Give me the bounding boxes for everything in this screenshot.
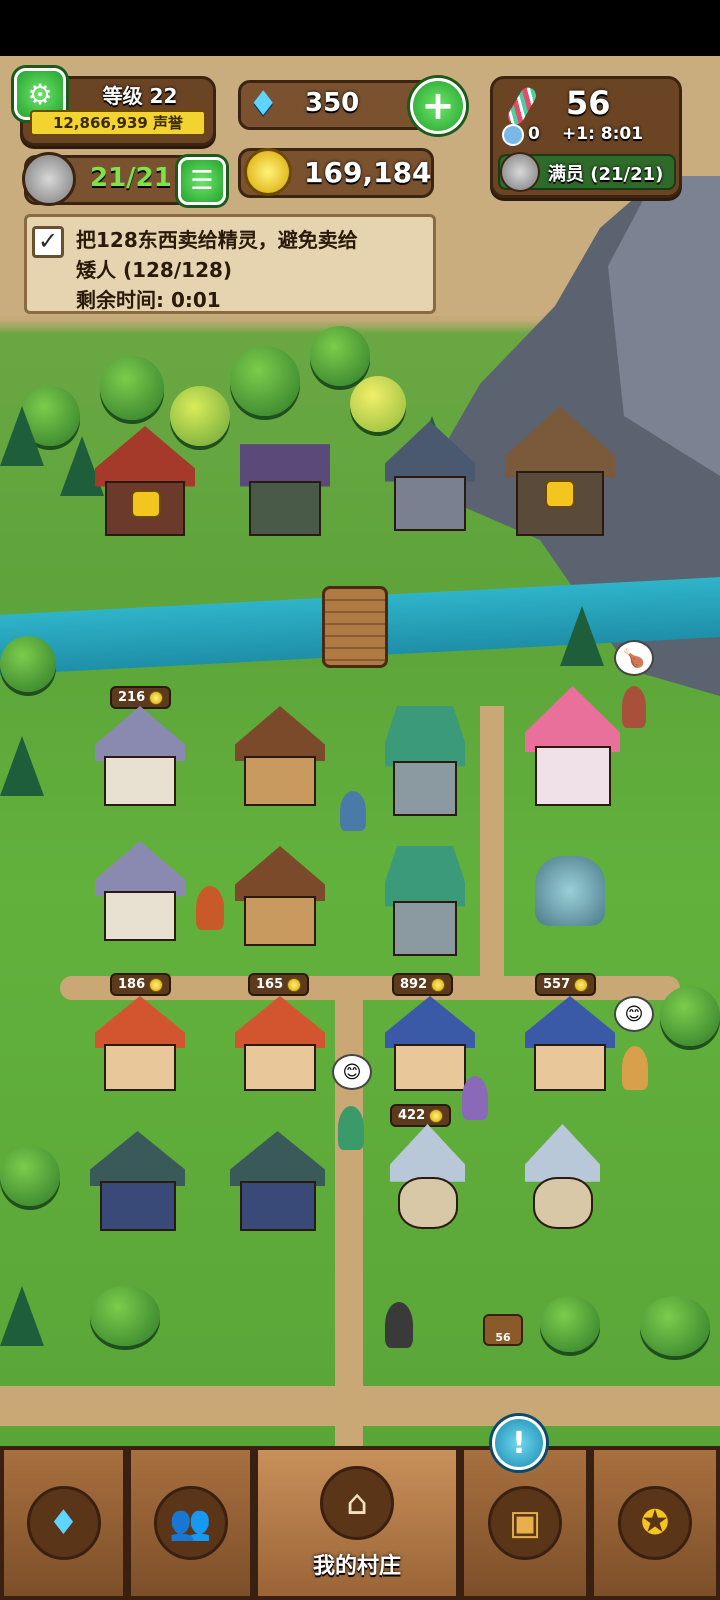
customer-character[interactable] (338, 1106, 364, 1150)
unicorn-icon (502, 124, 524, 146)
workshop-building[interactable] (235, 706, 325, 806)
wooden-bridge[interactable] (322, 586, 388, 668)
candy-timer: +1: 8:01 (562, 124, 644, 144)
helmet-icon (500, 152, 540, 192)
lock-icon (131, 490, 161, 518)
production-badge: 892 (392, 973, 454, 996)
gem-icon: ♦ (26, 1486, 101, 1560)
people-icon: 👥 (153, 1486, 228, 1560)
coin-icon (287, 977, 302, 992)
tree (540, 1296, 600, 1352)
tree (230, 346, 300, 416)
lock-icon (545, 480, 575, 508)
customer-character[interactable] (622, 686, 646, 728)
happy-thought-bubble[interactable]: 😊 (614, 996, 654, 1032)
checkbox-icon: ✓ (32, 226, 64, 258)
cart-chest[interactable]: 56 (483, 1314, 523, 1346)
quest-line1: 把128东西卖给精灵，避免卖给 (76, 228, 358, 252)
happy-thought-bubble[interactable]: 😊 (332, 1054, 372, 1090)
gold-value: 169,184 (304, 156, 432, 189)
coin-icon (149, 977, 164, 992)
customer-character[interactable] (196, 886, 224, 930)
cottage-red[interactable] (235, 996, 325, 1091)
level-label: 等级 22 (102, 84, 178, 108)
nav-gems[interactable]: ♦ (0, 1446, 127, 1600)
quest-line2: 矮人 (128/128) (76, 258, 233, 282)
cottage-blue[interactable] (525, 996, 615, 1091)
merchant-character[interactable] (385, 1302, 413, 1348)
tree (660, 986, 720, 1046)
food-thought-bubble[interactable]: 🍗 (614, 640, 654, 676)
customer-character[interactable] (622, 1046, 648, 1090)
pink-castle[interactable] (525, 686, 620, 806)
pine-tree (0, 1286, 44, 1346)
add-gems-button[interactable]: + (410, 78, 466, 134)
knight-helmet-icon (22, 152, 76, 206)
plus-icon: + (421, 83, 455, 129)
medal-icon: ✪ (618, 1486, 692, 1560)
tree (0, 1146, 60, 1206)
tower-locked-red[interactable] (95, 426, 195, 536)
pagoda-building[interactable] (385, 846, 465, 956)
forge-building[interactable] (90, 1131, 185, 1231)
nav-my-village[interactable]: ⌂ 我的村庄 (254, 1446, 460, 1600)
reputation-bar: 12,866,939 声誉 (30, 110, 206, 136)
heroes-count: 21/21 (90, 163, 172, 193)
production-badge: 165 (248, 973, 310, 996)
nav-achievements[interactable]: ✪ (590, 1446, 720, 1600)
customer-character[interactable] (340, 791, 366, 831)
workshop-building[interactable] (235, 846, 325, 946)
temple-building[interactable] (95, 706, 185, 806)
reputation-value: 12,866,939 声誉 (52, 114, 184, 132)
gold-coin-icon (244, 148, 292, 196)
chest-icon: ▣ (488, 1486, 562, 1560)
coin-icon (149, 690, 164, 705)
tower-elf[interactable] (385, 421, 475, 531)
coin-icon (574, 977, 589, 992)
wizard-tower[interactable] (390, 1124, 465, 1229)
alert-button[interactable]: ! (492, 1416, 546, 1470)
chest-count: 56 (495, 1331, 511, 1344)
tower-dark-castle[interactable] (240, 426, 330, 536)
hero-list-button[interactable]: ☰ (178, 157, 226, 205)
house-icon: ⌂ (320, 1466, 394, 1540)
party-status: 满员 (21/21) (548, 164, 664, 185)
horse-statue[interactable] (535, 856, 605, 926)
cottage-blue[interactable] (385, 996, 475, 1091)
pine-tree (0, 736, 44, 796)
coin-icon (431, 977, 446, 992)
gear-icon: ⚙ (27, 77, 53, 111)
cottage-red[interactable] (95, 996, 185, 1091)
pine-tree (0, 406, 44, 466)
list-icon: ☰ (190, 166, 214, 196)
production-badge: 557 (535, 973, 597, 996)
status-bar (0, 0, 720, 56)
pine-tree (560, 606, 604, 666)
gems-value: 350 (305, 88, 360, 118)
nav-active-label: 我的村庄 (312, 1554, 401, 1579)
coin-icon (429, 1108, 444, 1123)
temple-building[interactable] (95, 841, 185, 941)
customer-character[interactable] (462, 1076, 488, 1120)
tower-locked-spiked[interactable] (505, 406, 615, 536)
dirt-path (0, 1386, 720, 1426)
tree (640, 1296, 710, 1356)
wizard-tower[interactable] (525, 1124, 600, 1229)
diamond-icon: ♦ (248, 84, 279, 124)
candy-count: 56 (566, 84, 611, 122)
tree (0, 636, 56, 692)
nav-heroes[interactable]: 👥 (127, 1446, 254, 1600)
pagoda-building[interactable] (385, 706, 465, 816)
quest-time-remaining: 剩余时间: 0:01 (76, 288, 221, 312)
tree (310, 326, 370, 386)
unicorn-count: 0 (528, 124, 540, 144)
dirt-path (480, 706, 504, 996)
production-badge: 186 (110, 973, 172, 996)
tree (90, 1286, 160, 1346)
tree (100, 356, 164, 420)
exclamation-icon: ! (512, 1425, 526, 1461)
forge-building[interactable] (230, 1131, 325, 1231)
